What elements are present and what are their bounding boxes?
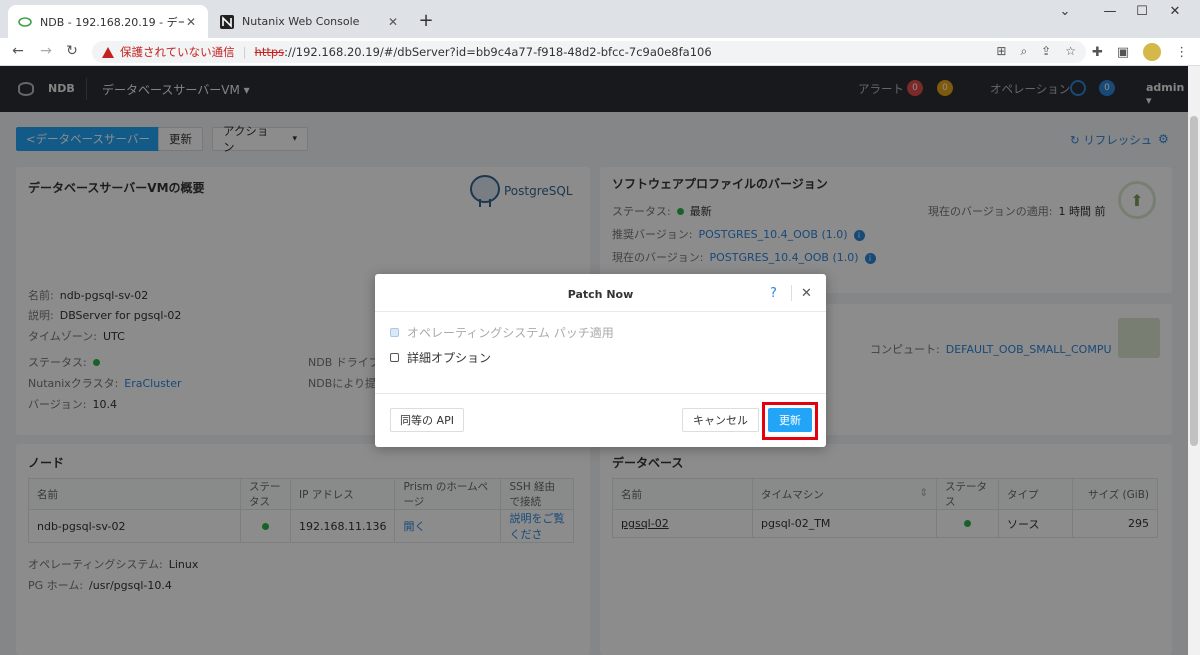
browser-menu-icon[interactable]: ⋮ <box>1175 45 1188 60</box>
confirm-update-button[interactable]: 更新 <box>768 408 812 432</box>
tab-ndb[interactable]: NDB - 192.168.20.19 - データベース ✕ <box>8 5 208 38</box>
reload-icon[interactable]: ↻ <box>62 43 82 59</box>
tab-search-icon[interactable]: ⌄ <box>1050 4 1080 19</box>
separator: | <box>242 45 247 59</box>
browser-tab-bar: NDB - 192.168.20.19 - データベース ✕ Nutanix W… <box>0 0 1200 38</box>
dialog-title: Patch Now <box>567 288 634 301</box>
patch-now-dialog: Patch Now ? ✕ オペレーティングシステム パッチ適用 詳細オプション… <box>375 274 826 447</box>
translate-icon[interactable]: ⊞ <box>996 44 1006 59</box>
os-patch-checkbox <box>390 328 399 337</box>
side-panel-icon[interactable]: ▣ <box>1117 45 1129 60</box>
url-omnibox[interactable]: 保護されていない通信 | https ://192.168.20.19/#/db… <box>92 41 1086 63</box>
advanced-options-row[interactable]: 詳細オプション <box>390 349 491 366</box>
header-separator <box>791 285 792 301</box>
minimize-icon[interactable]: — <box>1095 4 1125 19</box>
extensions-puzzle-icon[interactable]: ✚ <box>1092 45 1103 60</box>
scrollbar-thumb[interactable] <box>1190 116 1198 446</box>
advanced-options-checkbox[interactable] <box>390 353 399 362</box>
new-tab-button[interactable]: + <box>416 10 436 31</box>
url-scheme: https <box>254 45 285 59</box>
tab-close-icon[interactable]: ✕ <box>386 15 400 29</box>
security-warning[interactable]: 保護されていない通信 <box>120 44 235 60</box>
page-scrollbar[interactable] <box>1188 66 1200 655</box>
ndb-favicon-icon <box>18 16 32 27</box>
cancel-button[interactable]: キャンセル <box>682 408 759 432</box>
address-bar-row: ← → ↻ 保護されていない通信 | https ://192.168.20.1… <box>0 38 1200 66</box>
tab-nutanix-console[interactable]: Nutanix Web Console ✕ <box>210 5 410 38</box>
equivalent-api-button[interactable]: 同等の API <box>390 408 464 432</box>
share-icon[interactable]: ⇪ <box>1041 44 1051 59</box>
warning-triangle-icon <box>102 46 114 58</box>
os-patch-label: オペレーティングシステム パッチ適用 <box>407 326 614 340</box>
tab-close-icon[interactable]: ✕ <box>184 15 198 29</box>
os-patch-checkbox-row: オペレーティングシステム パッチ適用 <box>390 324 614 341</box>
help-icon[interactable]: ? <box>770 286 777 301</box>
window-close-icon[interactable]: ✕ <box>1160 4 1190 19</box>
forward-arrow-icon[interactable]: → <box>36 43 56 59</box>
advanced-options-label[interactable]: 詳細オプション <box>407 349 491 366</box>
bookmark-star-icon[interactable]: ☆ <box>1065 44 1076 59</box>
nutanix-favicon-icon <box>220 14 234 29</box>
divider <box>375 393 826 394</box>
close-icon[interactable]: ✕ <box>801 286 812 301</box>
profile-avatar[interactable] <box>1143 43 1162 61</box>
url-text: ://192.168.20.19/#/dbServer?id=bb9c4a77-… <box>284 45 712 59</box>
maximize-icon[interactable]: ☐ <box>1127 4 1157 19</box>
back-arrow-icon[interactable]: ← <box>8 43 28 59</box>
zoom-icon[interactable]: ⌕ <box>1020 44 1027 59</box>
tab-title: Nutanix Web Console <box>242 15 360 28</box>
divider <box>375 311 826 312</box>
tab-title: NDB - 192.168.20.19 - データベース <box>40 15 184 29</box>
